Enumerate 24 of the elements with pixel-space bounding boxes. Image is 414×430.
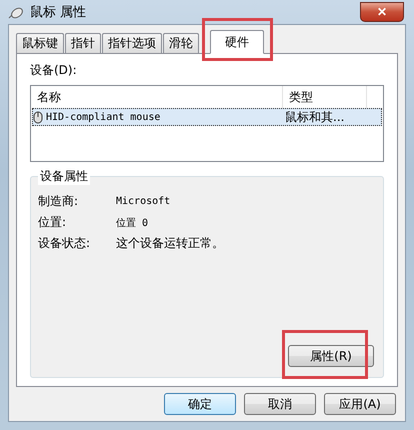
window-title: 鼠标 属性 — [30, 4, 86, 21]
tab[interactable]: 滑轮 — [163, 33, 199, 53]
mouse-icon — [8, 5, 24, 19]
field-value: Microsoft — [116, 196, 172, 207]
field-value: 这个设备运转正常。 — [116, 235, 225, 252]
tab[interactable]: 指针 — [65, 33, 101, 53]
field-label: 设备状态: — [38, 235, 92, 252]
field-value: 位置 0 — [116, 216, 150, 230]
field-label: 位置: — [38, 214, 68, 231]
device-row[interactable]: HID-compliant mouse 鼠标和其... — [32, 108, 382, 126]
table-cell: HID-compliant mouse — [46, 112, 160, 123]
dialog-button[interactable]: 取消 — [244, 393, 316, 415]
group-title: 设备属性 — [38, 168, 90, 185]
devices-label: 设备(D): — [30, 62, 78, 79]
tab[interactable]: 鼠标键 — [16, 33, 64, 53]
dialog-button[interactable]: 确定 — [164, 393, 236, 415]
tab[interactable]: 指针选项 — [102, 33, 162, 53]
field-label: 制造商: — [38, 193, 80, 210]
mouse-icon — [33, 111, 43, 124]
properties-button[interactable]: 属性(R) — [288, 345, 374, 367]
close-button[interactable]: ✕ — [360, 2, 404, 22]
tab[interactable]: 硬件 — [210, 30, 264, 54]
dialog-button[interactable]: 应用(A) — [324, 393, 396, 415]
table-cell-text: 鼠标和其... — [285, 109, 346, 126]
